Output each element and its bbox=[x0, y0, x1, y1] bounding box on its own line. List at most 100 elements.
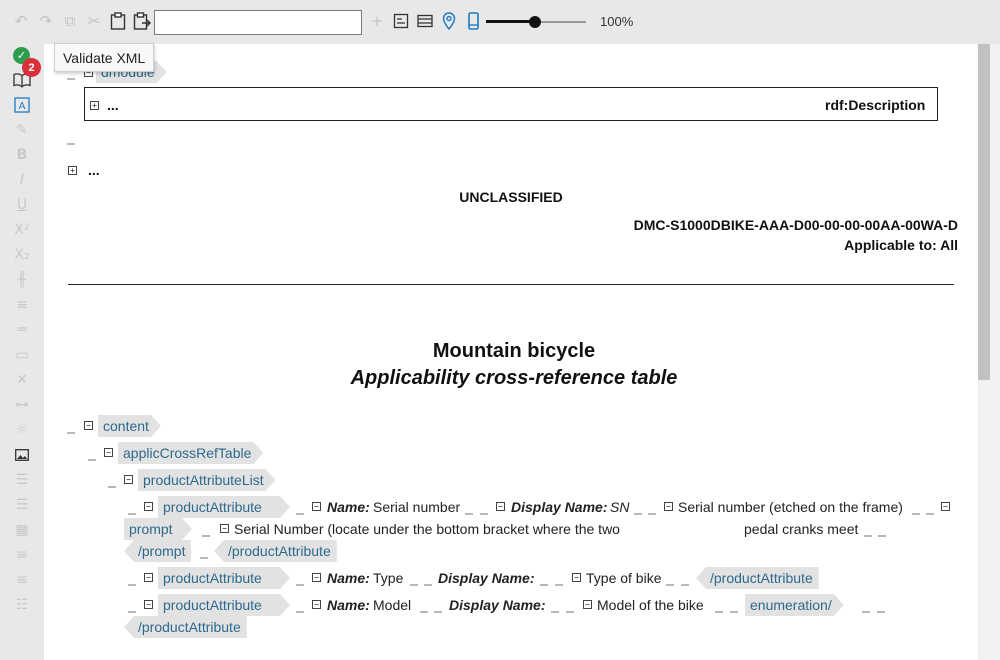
collapse-toggle[interactable]: − bbox=[144, 573, 153, 582]
node-dash bbox=[296, 611, 304, 613]
scrollbar-thumb[interactable] bbox=[978, 44, 990, 380]
node-dash bbox=[88, 459, 96, 461]
attr3-description: Model of the bike bbox=[597, 597, 704, 613]
document-icon[interactable]: ▭ bbox=[12, 345, 32, 365]
vertical-scrollbar[interactable] bbox=[978, 44, 1000, 660]
lightbulb-icon[interactable]: ☼ bbox=[12, 420, 32, 440]
expand-toggle-rdf[interactable]: + bbox=[90, 101, 99, 110]
mobile-device-icon[interactable] bbox=[463, 11, 483, 31]
link-icon[interactable]: ⊶ bbox=[12, 395, 32, 415]
superscript-icon[interactable]: X² bbox=[12, 220, 32, 240]
form-icon[interactable] bbox=[391, 11, 411, 31]
bold-icon[interactable]: B bbox=[12, 145, 32, 165]
pencil-icon[interactable]: ✎ bbox=[12, 120, 32, 140]
collapse-toggle[interactable]: − bbox=[941, 502, 950, 511]
node-dash bbox=[715, 611, 723, 613]
xpath-input[interactable] bbox=[154, 10, 362, 35]
collapse-toggle[interactable]: − bbox=[572, 573, 581, 582]
tag-product-attribute[interactable]: productAttribute bbox=[158, 594, 290, 616]
collapse-toggle[interactable]: − bbox=[312, 600, 321, 609]
tag-product-attribute-close[interactable]: /productAttribute bbox=[214, 540, 337, 562]
split-icon[interactable]: ╫ bbox=[12, 270, 32, 290]
node-dash bbox=[540, 584, 548, 586]
node-dash bbox=[200, 557, 208, 559]
underline-icon[interactable]: U bbox=[12, 195, 32, 215]
layout-icon[interactable] bbox=[415, 11, 435, 31]
ident-ellipsis: ... bbox=[88, 162, 100, 178]
document-title: Mountain bicycle bbox=[432, 340, 596, 362]
rdf-ellipsis: ... bbox=[107, 97, 119, 113]
tag-product-attribute-close[interactable]: /productAttribute bbox=[696, 567, 819, 589]
redo-icon[interactable]: ↷ bbox=[36, 11, 56, 31]
tools-icon[interactable]: ✕ bbox=[12, 370, 32, 390]
table-icon[interactable]: ▦ bbox=[12, 520, 32, 540]
attr2-description: Type of bike bbox=[586, 570, 662, 586]
undo-icon[interactable]: ↶ bbox=[11, 11, 31, 31]
add-icon[interactable]: + bbox=[367, 11, 387, 31]
attr1-prompt-text: Serial Number (locate under the bottom b… bbox=[234, 521, 620, 537]
node-dash bbox=[296, 513, 304, 515]
node-dash bbox=[67, 78, 75, 80]
text-frame-icon[interactable]: A bbox=[12, 95, 32, 115]
node-dash bbox=[465, 513, 473, 515]
attr2-name: Type bbox=[373, 570, 404, 586]
node-dash bbox=[864, 535, 872, 537]
tag-enumeration[interactable]: enumeration/ bbox=[745, 594, 844, 616]
error-count-badge: 2 bbox=[22, 58, 41, 77]
display-name-label: Display Name: bbox=[449, 597, 546, 613]
node-dash bbox=[128, 513, 136, 515]
indent-icon[interactable]: ═ bbox=[12, 320, 32, 340]
node-dash bbox=[202, 535, 210, 537]
collapse-toggle[interactable]: − bbox=[84, 421, 93, 430]
node-dash bbox=[648, 513, 656, 515]
tag-prompt-close[interactable]: /prompt bbox=[124, 540, 192, 562]
cut-icon[interactable]: ✂ bbox=[84, 11, 104, 31]
tag-product-attribute-list[interactable]: productAttributeList bbox=[138, 469, 276, 491]
subscript-icon[interactable]: X₂ bbox=[12, 245, 32, 265]
tag-applic-cross-ref-table[interactable]: applicCrossRefTable bbox=[118, 442, 263, 464]
tag-prompt[interactable]: prompt bbox=[124, 518, 192, 540]
align-icon[interactable]: ≡ bbox=[12, 295, 32, 315]
zoom-slider-thumb[interactable] bbox=[529, 16, 541, 28]
columns-icon[interactable]: ☷ bbox=[12, 595, 32, 615]
tag-product-attribute[interactable]: productAttribute bbox=[158, 567, 290, 589]
collapse-toggle[interactable]: − bbox=[496, 502, 505, 511]
copy-icon[interactable]: ⧉ bbox=[60, 11, 80, 31]
document-canvas[interactable]: − dmodule + ... rdf:Description + ... UN… bbox=[44, 44, 978, 660]
expand-toggle-ident[interactable]: + bbox=[68, 166, 77, 175]
collapse-toggle[interactable]: − bbox=[220, 524, 229, 533]
node-dash bbox=[67, 143, 75, 145]
collapse-toggle[interactable]: − bbox=[583, 600, 592, 609]
name-label: Name: bbox=[327, 499, 370, 515]
collapse-toggle[interactable]: − bbox=[144, 600, 153, 609]
location-pin-icon[interactable] bbox=[439, 11, 459, 31]
tag-product-attribute[interactable]: productAttribute bbox=[158, 496, 290, 518]
collapse-toggle[interactable]: − bbox=[104, 448, 113, 457]
paste-special-icon[interactable] bbox=[132, 11, 152, 31]
display-name-label: Display Name: bbox=[511, 499, 608, 515]
node-dash bbox=[480, 513, 488, 515]
image-icon[interactable] bbox=[12, 445, 32, 465]
node-dash bbox=[555, 584, 563, 586]
collapse-toggle[interactable]: − bbox=[312, 502, 321, 511]
node-dash bbox=[862, 611, 870, 613]
tag-product-attribute-close[interactable]: /productAttribute bbox=[124, 616, 247, 638]
node-dash bbox=[128, 584, 136, 586]
bullet-list-icon[interactable]: ☰ bbox=[12, 495, 32, 515]
collapse-toggle[interactable]: − bbox=[124, 475, 133, 484]
node-dash bbox=[878, 535, 886, 537]
collapse-toggle[interactable]: − bbox=[144, 502, 153, 511]
add-row-icon[interactable]: ≡ bbox=[12, 545, 32, 565]
node-dash bbox=[434, 611, 442, 613]
tag-content[interactable]: content bbox=[98, 415, 161, 437]
zoom-slider[interactable] bbox=[486, 13, 586, 31]
paste-icon[interactable] bbox=[108, 11, 128, 31]
collapse-toggle[interactable]: − bbox=[312, 573, 321, 582]
remove-row-icon[interactable]: ≡ bbox=[12, 570, 32, 590]
list-icon[interactable]: ☰ bbox=[12, 470, 32, 490]
zoom-slider-fill bbox=[486, 20, 535, 23]
collapse-toggle[interactable]: − bbox=[664, 502, 673, 511]
italic-icon[interactable]: I bbox=[12, 170, 32, 190]
node-dash bbox=[420, 611, 428, 613]
svg-text:A: A bbox=[19, 101, 26, 112]
